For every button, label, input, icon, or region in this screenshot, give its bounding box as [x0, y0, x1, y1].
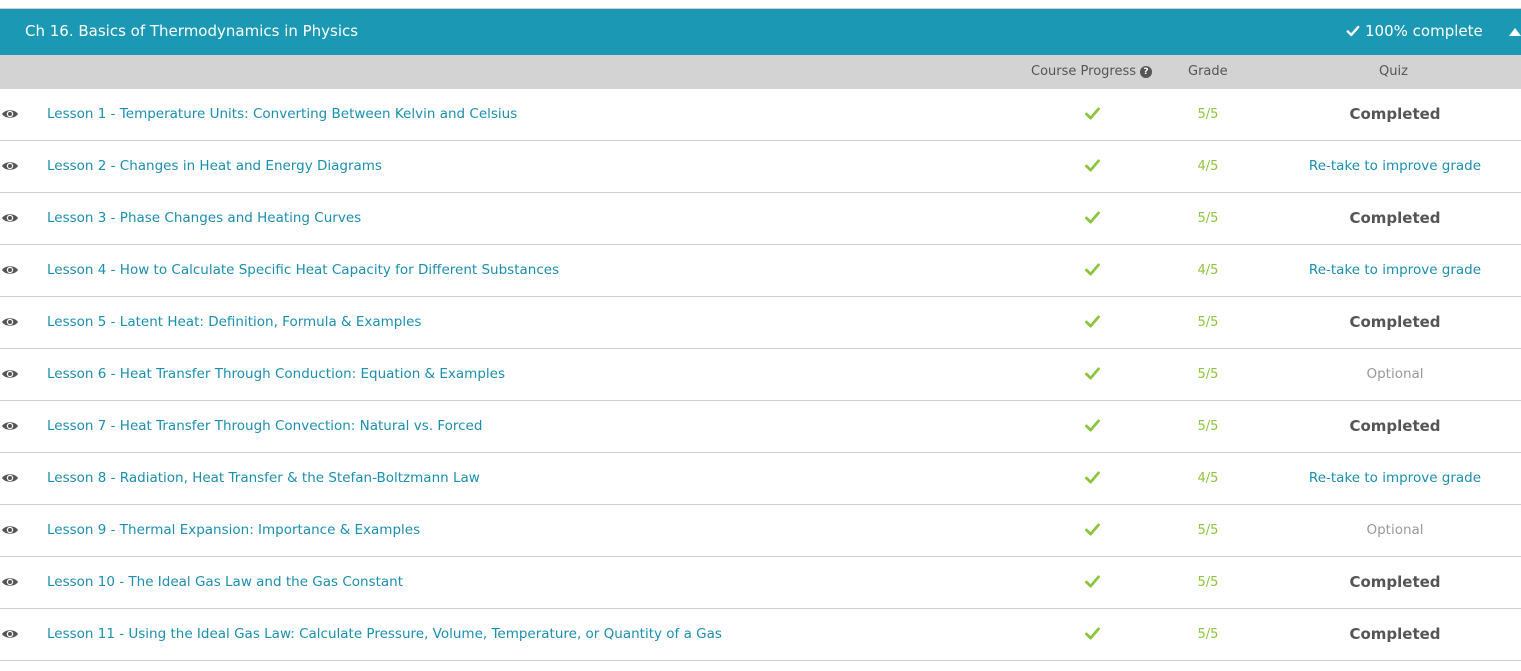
progress-check-icon: [1085, 211, 1100, 224]
grade-value: 5/5: [1197, 211, 1219, 226]
grade-value: 4/5: [1197, 159, 1219, 174]
lesson-title-link[interactable]: Lesson 11 - Using the Ideal Gas Law: Cal…: [47, 626, 722, 642]
eye-icon[interactable]: [1, 472, 19, 484]
grade-value: 5/5: [1197, 523, 1219, 538]
retake-quiz-link[interactable]: Re-take to improve grade: [1280, 158, 1510, 174]
grade-value: 5/5: [1197, 627, 1219, 642]
lesson-title-link[interactable]: Lesson 7 - Heat Transfer Through Convect…: [47, 418, 482, 434]
eye-icon[interactable]: [1, 160, 19, 172]
lesson-row: Lesson 5 - Latent Heat: Definition, Form…: [0, 297, 1521, 349]
eye-icon[interactable]: [1, 524, 19, 536]
progress-check-icon: [1085, 263, 1100, 276]
progress-check-icon: [1085, 419, 1100, 432]
retake-quiz-link[interactable]: Re-take to improve grade: [1280, 470, 1510, 486]
quiz-header: Quiz: [1379, 64, 1408, 79]
grade-value: 5/5: [1197, 367, 1219, 382]
grade-value: 5/5: [1197, 575, 1219, 590]
lesson-row: Lesson 7 - Heat Transfer Through Convect…: [0, 401, 1521, 453]
progress-check-icon: [1085, 523, 1100, 536]
chapter-header[interactable]: Ch 16. Basics of Thermodynamics in Physi…: [0, 9, 1521, 55]
eye-icon[interactable]: [1, 108, 19, 120]
help-icon[interactable]: ?: [1140, 65, 1152, 78]
lesson-row: Lesson 6 - Heat Transfer Through Conduct…: [0, 349, 1521, 401]
quiz-status: Completed: [1349, 105, 1441, 123]
eye-icon[interactable]: [1, 368, 19, 380]
course-progress-header: Course Progress ?: [1031, 64, 1152, 79]
lesson-title-link[interactable]: Lesson 4 - How to Calculate Specific Hea…: [47, 262, 559, 278]
lesson-title-link[interactable]: Lesson 5 - Latent Heat: Definition, Form…: [47, 314, 421, 330]
quiz-status: Completed: [1349, 209, 1441, 227]
lesson-row: Lesson 9 - Thermal Expansion: Importance…: [0, 505, 1521, 557]
collapse-arrow-icon[interactable]: [1509, 28, 1521, 36]
grade-value: 5/5: [1197, 107, 1219, 122]
quiz-status: Optional: [1366, 366, 1424, 382]
lesson-title-link[interactable]: Lesson 2 - Changes in Heat and Energy Di…: [47, 158, 382, 174]
column-header-row: Course Progress ? Grade Quiz: [0, 55, 1521, 89]
lesson-row: Lesson 10 - The Ideal Gas Law and the Ga…: [0, 557, 1521, 609]
quiz-status: Optional: [1366, 522, 1424, 538]
lesson-row: Lesson 1 - Temperature Units: Converting…: [0, 89, 1521, 141]
quiz-status: Completed: [1349, 625, 1441, 643]
lesson-title-link[interactable]: Lesson 3 - Phase Changes and Heating Cur…: [47, 210, 361, 226]
lesson-row: Lesson 2 - Changes in Heat and Energy Di…: [0, 141, 1521, 193]
top-strip: [0, 0, 1521, 9]
quiz-status: Completed: [1349, 313, 1441, 331]
grade-value: 5/5: [1197, 419, 1219, 434]
completion-label: 100% complete: [1365, 22, 1483, 40]
progress-check-icon: [1085, 159, 1100, 172]
eye-icon[interactable]: [1, 264, 19, 276]
lesson-title-link[interactable]: Lesson 9 - Thermal Expansion: Importance…: [47, 522, 420, 538]
grade-header: Grade: [1188, 64, 1228, 79]
chapter-title[interactable]: Ch 16. Basics of Thermodynamics in Physi…: [25, 22, 358, 40]
progress-check-icon: [1085, 367, 1100, 380]
lesson-list: Lesson 1 - Temperature Units: Converting…: [0, 89, 1521, 661]
lesson-title-link[interactable]: Lesson 6 - Heat Transfer Through Conduct…: [47, 366, 505, 382]
progress-check-icon: [1085, 315, 1100, 328]
progress-check-icon: [1085, 107, 1100, 120]
eye-icon[interactable]: [1, 420, 19, 432]
lesson-row: Lesson 3 - Phase Changes and Heating Cur…: [0, 193, 1521, 245]
retake-quiz-link[interactable]: Re-take to improve grade: [1280, 262, 1510, 278]
eye-icon[interactable]: [1, 576, 19, 588]
lesson-row: Lesson 4 - How to Calculate Specific Hea…: [0, 245, 1521, 297]
progress-check-icon: [1085, 575, 1100, 588]
lesson-row: Lesson 8 - Radiation, Heat Transfer & th…: [0, 453, 1521, 505]
progress-check-icon: [1085, 471, 1100, 484]
grade-value: 4/5: [1197, 471, 1219, 486]
eye-icon[interactable]: [1, 212, 19, 224]
quiz-status: Completed: [1349, 417, 1441, 435]
grade-value: 5/5: [1197, 315, 1219, 330]
lesson-title-link[interactable]: Lesson 10 - The Ideal Gas Law and the Ga…: [47, 574, 403, 590]
quiz-status: Completed: [1349, 573, 1441, 591]
grade-value: 4/5: [1197, 263, 1219, 278]
lesson-title-link[interactable]: Lesson 8 - Radiation, Heat Transfer & th…: [47, 470, 480, 486]
check-icon: [1346, 25, 1360, 37]
completion-status: 100% complete: [1346, 22, 1483, 40]
progress-check-icon: [1085, 627, 1100, 640]
lesson-row: Lesson 11 - Using the Ideal Gas Law: Cal…: [0, 609, 1521, 661]
eye-icon[interactable]: [1, 628, 19, 640]
course-progress-label: Course Progress: [1031, 64, 1136, 79]
lesson-title-link[interactable]: Lesson 1 - Temperature Units: Converting…: [47, 106, 517, 122]
eye-icon[interactable]: [1, 316, 19, 328]
